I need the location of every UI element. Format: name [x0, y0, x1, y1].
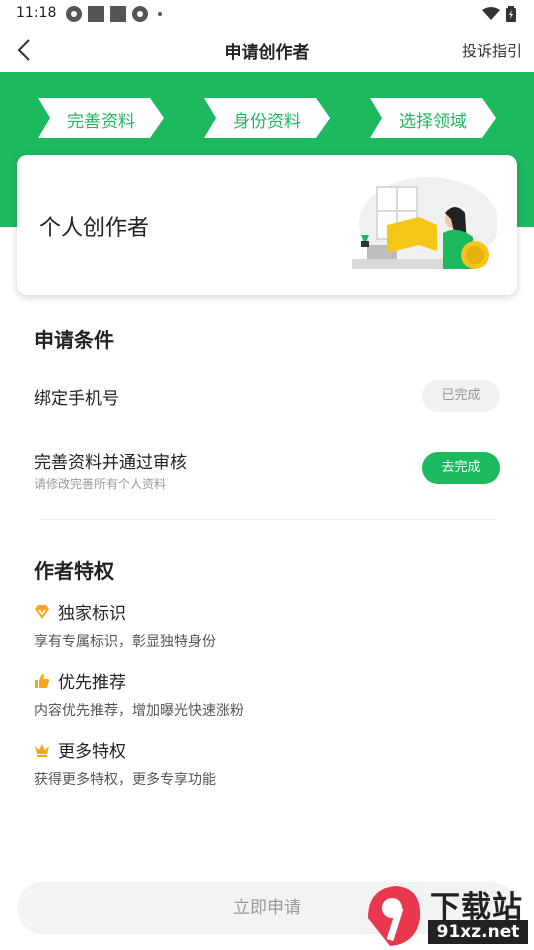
privilege-desc: 获得更多特权，更多专享功能 [34, 772, 216, 788]
condition-profile-sub: 请修改完善所有个人资料 [34, 477, 167, 491]
privilege-item: 独家标识 [34, 599, 126, 624]
phone-status-button: 已完成 [422, 380, 500, 412]
creator-type-title: 个人创作者 [39, 216, 150, 241]
creator-type-card[interactable]: 个人创作者 [17, 155, 517, 295]
notification-square-icon [110, 6, 126, 22]
section-divider [40, 519, 496, 520]
privilege-title: 更多特权 [58, 742, 126, 762]
notification-app-icon [132, 6, 148, 22]
step-identity[interactable]: 身份资料 [204, 98, 330, 138]
more-notifications-icon [158, 12, 162, 16]
step-indicator: 完善资料 身份资料 选择领域 [0, 98, 534, 138]
step-label: 身份资料 [233, 112, 301, 132]
privilege-title: 优先推荐 [58, 673, 126, 693]
battery-icon [506, 6, 516, 22]
privileges-title: 作者特权 [34, 559, 114, 583]
step-label: 选择领域 [399, 112, 467, 132]
condition-phone-label: 绑定手机号 [34, 389, 119, 409]
watermark-logo-icon [368, 886, 421, 946]
diamond-icon [35, 604, 49, 619]
status-time: 11:18 [16, 5, 57, 21]
site-watermark: 下载站 91xz.net [360, 878, 534, 950]
system-icons [482, 6, 516, 22]
back-arrow-icon [17, 39, 30, 61]
privilege-item: 更多特权 [34, 737, 126, 762]
notification-app-icon [66, 6, 82, 22]
privilege-desc: 享有专属标识，彰显独特身份 [34, 634, 216, 650]
page-title: 申请创作者 [224, 43, 310, 63]
complete-profile-button[interactable]: 去完成 [422, 452, 500, 484]
step-domain[interactable]: 选择领域 [370, 98, 496, 138]
creator-illustration [352, 177, 497, 269]
notification-icons [66, 6, 162, 22]
notification-square-icon [88, 6, 104, 22]
privilege-desc: 内容优先推荐，增加曝光快速涨粉 [34, 703, 244, 719]
step-profile[interactable]: 完善资料 [38, 98, 164, 138]
nav-bar: 申请创作者 投诉指引 [0, 28, 534, 72]
thumbs-up-icon [35, 673, 49, 688]
complaint-guide-link[interactable]: 投诉指引 [462, 40, 522, 61]
watermark-url: 91xz.net [428, 920, 528, 944]
step-label: 完善资料 [67, 112, 135, 132]
privilege-item: 优先推荐 [34, 668, 126, 693]
conditions-title: 申请条件 [34, 328, 114, 352]
condition-profile-label: 完善资料并通过审核 [34, 453, 187, 473]
wifi-icon [482, 7, 500, 20]
status-bar: 11:18 [0, 0, 534, 28]
crown-icon [35, 743, 49, 757]
privilege-title: 独家标识 [58, 604, 126, 624]
back-button[interactable] [10, 34, 42, 66]
